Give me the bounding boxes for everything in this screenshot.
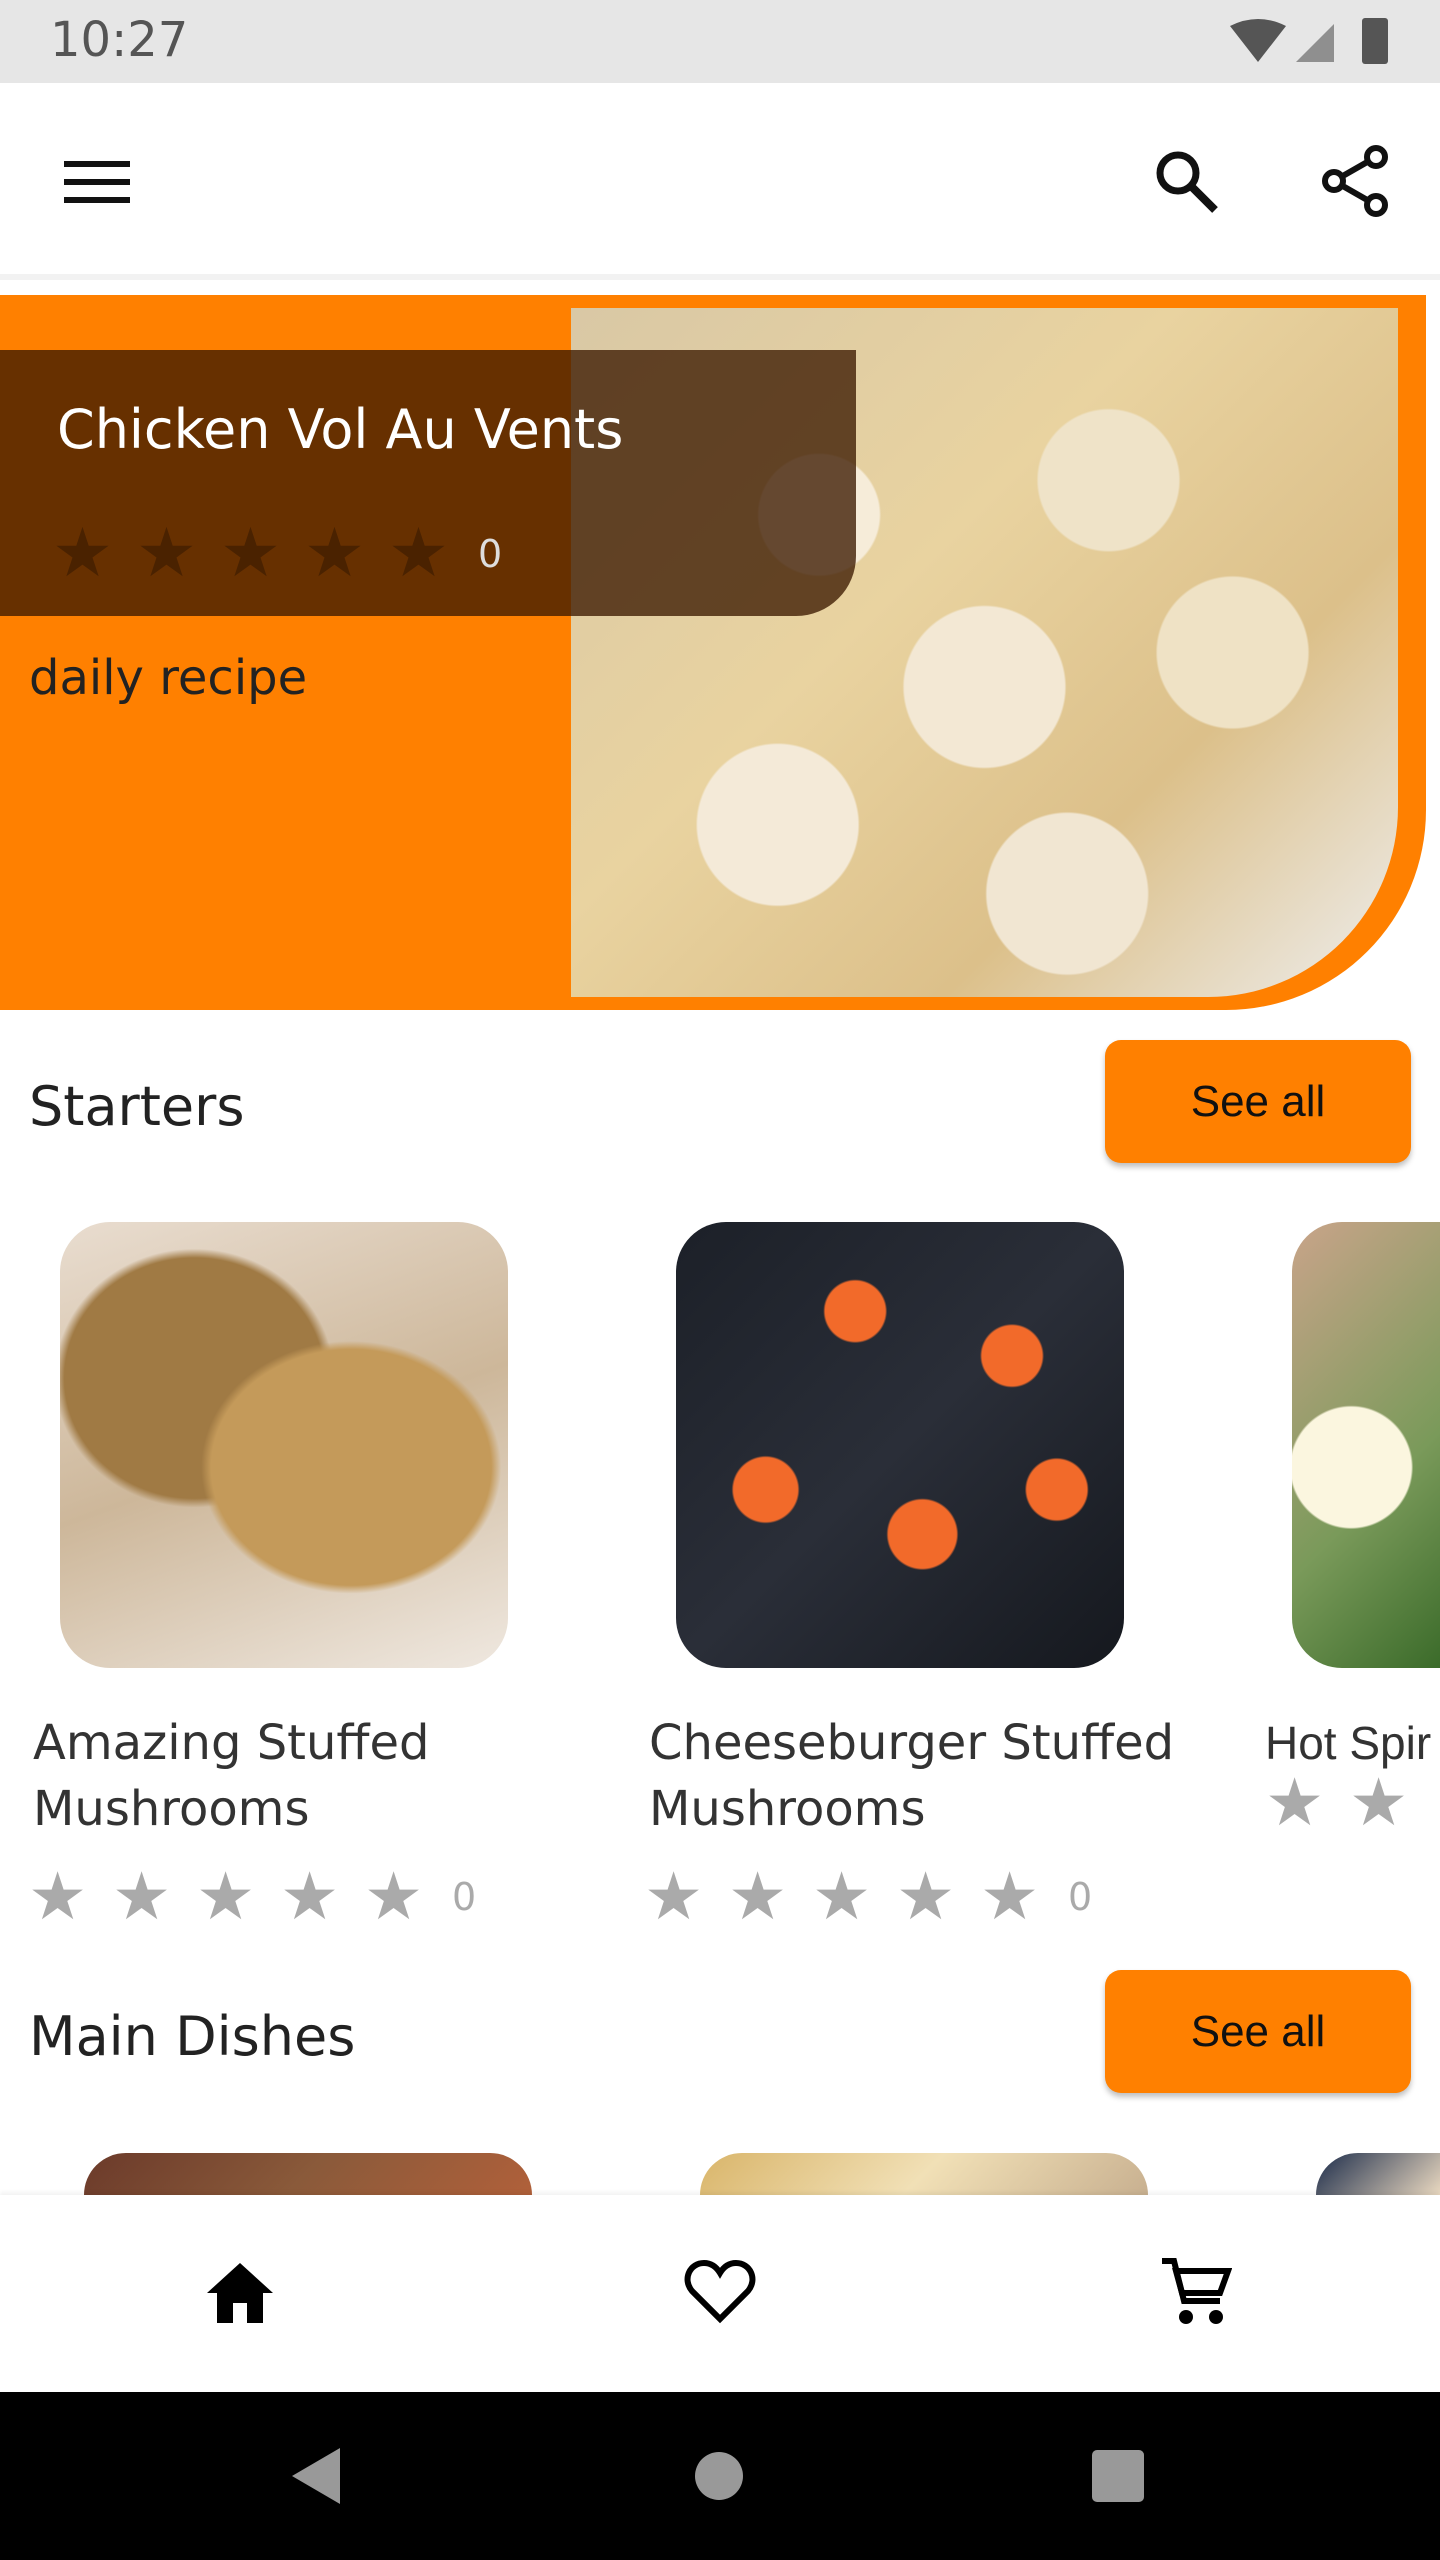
section-title-starters: Starters [29,1075,245,1138]
star-icon: ★ [28,1858,88,1935]
star-icon: ★ [644,1858,704,1935]
star-icon: ★ [220,514,281,593]
battery-icon [1362,18,1388,64]
rating-count: 0 [452,1875,477,1919]
star-icon: ★ [812,1858,872,1935]
share-icon[interactable] [1320,145,1392,217]
star-icon: ★ [364,1858,424,1935]
hero-subtitle: daily recipe [29,650,308,706]
section-title-main-dishes: Main Dishes [29,2005,356,2068]
cart-icon[interactable] [1160,2257,1232,2329]
system-navigation-bar [0,2392,1440,2560]
star-icon: ★ [1265,1764,1325,1841]
recipe-card[interactable]: Cheeseburger Stuffed Mushrooms ★ ★ ★ ★ ★ 0 [644,1222,1209,1930]
star-icon: ★ [1349,1764,1409,1841]
recipe-image[interactable] [60,1222,508,1668]
star-icon: ★ [388,514,449,593]
star-icon: ★ [112,1858,172,1935]
back-icon[interactable] [290,2446,342,2506]
status-bar: 10:27 [0,0,1440,83]
bottom-navigation [0,2195,1440,2392]
star-icon: ★ [196,1858,256,1935]
see-all-starters-button[interactable]: See all [1105,1040,1411,1163]
recipe-rating: ★ ★ [1265,1770,1440,1836]
star-icon: ★ [280,1858,340,1935]
recents-icon[interactable] [1091,2449,1145,2503]
star-icon: ★ [896,1858,956,1935]
star-icon: ★ [728,1858,788,1935]
recipe-title: Cheeseburger Stuffed Mushrooms [649,1715,1175,1837]
star-icon: ★ [304,514,365,593]
recipe-rating: ★ ★ ★ ★ ★ 0 [28,1864,593,1930]
recipe-card[interactable]: Hot Spir ★ ★ [1265,1222,1440,1836]
recipe-image[interactable] [700,2153,1148,2195]
recipe-title: Amazing Stuffed Mushrooms [33,1715,430,1837]
home-icon[interactable] [205,2261,275,2325]
recipe-image[interactable] [676,1222,1124,1668]
recipe-image[interactable] [84,2153,532,2195]
recipe-image[interactable] [1292,1222,1440,1668]
rating-count: 0 [1068,1875,1093,1919]
menu-icon[interactable] [64,157,130,207]
recipe-card[interactable]: Amazing Stuffed Mushrooms ★ ★ ★ ★ ★ 0 [28,1222,593,1930]
hero-rating: ★ ★ ★ ★ ★ 0 [52,520,502,588]
status-time: 10:27 [50,12,189,68]
wifi-signal-icons [1230,19,1334,62]
heart-icon[interactable] [684,2259,756,2325]
app-bar [0,83,1440,280]
recipe-image[interactable] [1316,2153,1440,2195]
recipe-rating: ★ ★ ★ ★ ★ 0 [644,1864,1209,1930]
rating-count: 0 [478,532,503,576]
star-icon: ★ [52,514,113,593]
star-icon: ★ [980,1858,1040,1935]
home-circle-icon[interactable] [693,2450,745,2502]
see-all-main-dishes-button[interactable]: See all [1105,1970,1411,2093]
search-icon[interactable] [1153,148,1219,214]
star-icon: ★ [136,514,197,593]
hero-title: Chicken Vol Au Vents [57,398,624,461]
